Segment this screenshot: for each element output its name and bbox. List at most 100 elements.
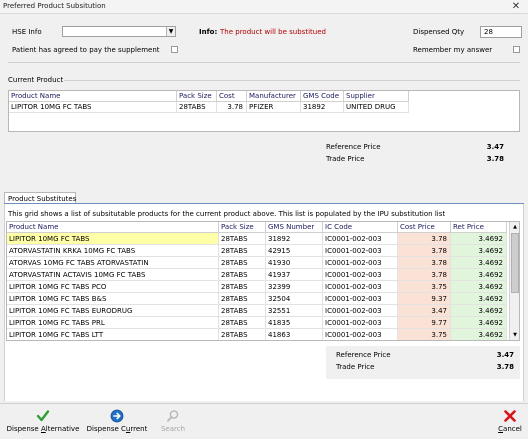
cell-ic-code[interactable]: IC0001-002-003 <box>323 293 398 305</box>
cell-pack-size[interactable]: 28TABS <box>219 293 266 305</box>
cell-product-name[interactable]: ATORVASTATIN KRKA 10MG FC TABS <box>7 245 219 257</box>
cell-product-name[interactable]: LIPITOR 10MG FC TABS <box>9 102 177 113</box>
cell-gms-number[interactable]: 31892 <box>266 233 323 245</box>
cell-product-name[interactable]: LIPITOR 10MG FC TABS <box>7 233 219 245</box>
tab-label: Product Substitutes <box>8 195 77 203</box>
cell-product-name[interactable]: LIPITOR 10MG FC TABS EURODRUG <box>7 305 219 317</box>
current-product-grid: Product Name Pack Size Cost Manufacturer… <box>8 90 520 132</box>
substitutes-description: This grid shows a list of subsitutable p… <box>8 210 446 218</box>
sub-trade-price-value: 3.78 <box>496 363 514 371</box>
cell-ret-price[interactable]: 3.4692 <box>451 245 507 257</box>
current-product-label: Current Product <box>8 76 64 84</box>
col-pack-size: Pack Size <box>219 222 266 233</box>
cell-gms-number[interactable]: 32551 <box>266 305 323 317</box>
cell-product-name[interactable]: LIPITOR 10MG FC TABS PRL <box>7 317 219 329</box>
cell-ret-price[interactable]: 3.4692 <box>451 305 507 317</box>
col-ret-price: Ret Price <box>451 222 507 233</box>
cell-cost-price[interactable]: 3.47 <box>398 305 451 317</box>
scroll-thumb[interactable] <box>511 233 519 293</box>
title-bar: Preferred Product Subsitution ✕ <box>0 0 528 14</box>
separator <box>8 62 520 63</box>
cell-ret-price[interactable]: 3.4692 <box>451 233 507 245</box>
cell-product-name[interactable]: ATORVAS 10MG FC TABS ATORVASTATIN <box>7 257 219 269</box>
dispense-alternative-button[interactable]: Dispense Alternative <box>4 408 82 436</box>
cell-ret-price[interactable]: 3.4692 <box>451 293 507 305</box>
cell-cost-price[interactable]: 9.37 <box>398 293 451 305</box>
cell-cost-price[interactable]: 3.78 <box>398 269 451 281</box>
dispensed-qty-label: Dispensed Qty <box>413 28 465 36</box>
cell-cost-price[interactable]: 3.78 <box>398 245 451 257</box>
close-window-icon[interactable]: ✕ <box>507 0 525 13</box>
cell-gms-number[interactable]: 32504 <box>266 293 323 305</box>
cell-gms-number[interactable]: 41835 <box>266 317 323 329</box>
cell-ic-code[interactable]: IC0001-002-003 <box>323 281 398 293</box>
dispensed-qty-input[interactable]: 28 <box>480 26 522 38</box>
cell-pack-size[interactable]: 28TABS <box>219 305 266 317</box>
remember-answer-checkbox[interactable] <box>513 46 520 53</box>
trade-price-value: 3.78 <box>486 155 504 163</box>
cell-gms-number[interactable]: 41863 <box>266 329 323 340</box>
cell-ic-code[interactable]: IC0001-002-003 <box>323 305 398 317</box>
scroll-up-icon[interactable]: ▲ <box>511 223 519 231</box>
cell-manufacturer[interactable]: PFIZER <box>247 102 301 113</box>
window-title: Preferred Product Subsitution <box>3 2 106 10</box>
scroll-down-icon[interactable]: ▼ <box>511 331 519 339</box>
cell-cost-price[interactable]: 3.78 <box>398 233 451 245</box>
cell-ic-code[interactable]: IC0001-002-003 <box>323 257 398 269</box>
cell-product-name[interactable]: LIPITOR 10MG FC TABS LTT <box>7 329 219 340</box>
cell-ret-price[interactable]: 3.4692 <box>451 329 507 340</box>
cell-cost[interactable]: 3.78 <box>217 102 247 113</box>
cell-cost-price[interactable]: 9.77 <box>398 317 451 329</box>
cell-gms-number[interactable]: 32399 <box>266 281 323 293</box>
cell-cost-price[interactable]: 3.75 <box>398 329 451 340</box>
cell-pack-size[interactable]: 28TABS <box>177 102 217 113</box>
info-text: The product will be substitued <box>220 28 326 36</box>
cell-ret-price[interactable]: 3.4692 <box>451 269 507 281</box>
cell-gms-number[interactable]: 42915 <box>266 245 323 257</box>
dispense-current-button[interactable]: Dispense Current <box>84 408 150 436</box>
toolbar-separator <box>0 403 528 404</box>
cell-pack-size[interactable]: 28TABS <box>219 281 266 293</box>
cell-gms-number[interactable]: 41930 <box>266 257 323 269</box>
sub-reference-price-value: 3.47 <box>496 351 514 359</box>
magnifier-icon <box>167 410 179 422</box>
cell-product-name[interactable]: ATORVASTATIN ACTAVIS 10MG FC TABS <box>7 269 219 281</box>
vertical-scrollbar[interactable]: ▲ ▼ <box>509 222 519 340</box>
cell-ic-code[interactable]: IC0001-002-003 <box>323 329 398 340</box>
cell-pack-size[interactable]: 28TABS <box>219 233 266 245</box>
cell-ic-code[interactable]: IC0001-002-003 <box>323 317 398 329</box>
cell-product-name[interactable]: LIPITOR 10MG FC TABS PCO <box>7 281 219 293</box>
cell-pack-size[interactable]: 28TABS <box>219 317 266 329</box>
info-label: Info: <box>199 28 218 36</box>
cell-ic-code[interactable]: IC0001-002-003 <box>323 269 398 281</box>
hse-info-select[interactable]: ▼ <box>62 26 176 37</box>
hse-info-label: HSE Info <box>12 28 42 36</box>
trade-price-label: Trade Price <box>326 155 365 163</box>
cell-cost-price[interactable]: 3.78 <box>398 257 451 269</box>
cell-ic-code[interactable]: IC0001-002-003 <box>323 245 398 257</box>
search-label: Search <box>160 425 186 433</box>
cancel-button[interactable]: Cancel <box>494 408 526 436</box>
cell-ret-price[interactable]: 3.4692 <box>451 281 507 293</box>
chevron-down-icon: ▼ <box>166 27 175 36</box>
col-manufacturer: Manufacturer <box>247 91 301 102</box>
cell-ic-code[interactable]: IC0001-002-003 <box>323 233 398 245</box>
cell-pack-size[interactable]: 28TABS <box>219 257 266 269</box>
check-icon <box>36 410 50 422</box>
col-gms-number: GMS Number <box>266 222 323 233</box>
cell-product-name[interactable]: LIPITOR 10MG FC TABS B&S <box>7 293 219 305</box>
cell-gms-number[interactable]: 41937 <box>266 269 323 281</box>
cell-pack-size[interactable]: 28TABS <box>219 329 266 340</box>
cell-ret-price[interactable]: 3.4692 <box>451 317 507 329</box>
cell-gms-code[interactable]: 31892 <box>301 102 344 113</box>
col-cost-price: Cost Price <box>398 222 451 233</box>
cell-supplier[interactable]: UNITED DRUG <box>344 102 409 113</box>
dispense-alternative-label: Dispense Alternative <box>6 425 80 433</box>
col-supplier: Supplier <box>344 91 409 102</box>
cell-pack-size[interactable]: 28TABS <box>219 269 266 281</box>
cell-cost-price[interactable]: 3.75 <box>398 281 451 293</box>
cell-ret-price[interactable]: 3.4692 <box>451 257 507 269</box>
search-button[interactable]: Search <box>154 408 192 436</box>
cell-pack-size[interactable]: 28TABS <box>219 245 266 257</box>
patient-agreed-checkbox[interactable] <box>171 46 178 53</box>
